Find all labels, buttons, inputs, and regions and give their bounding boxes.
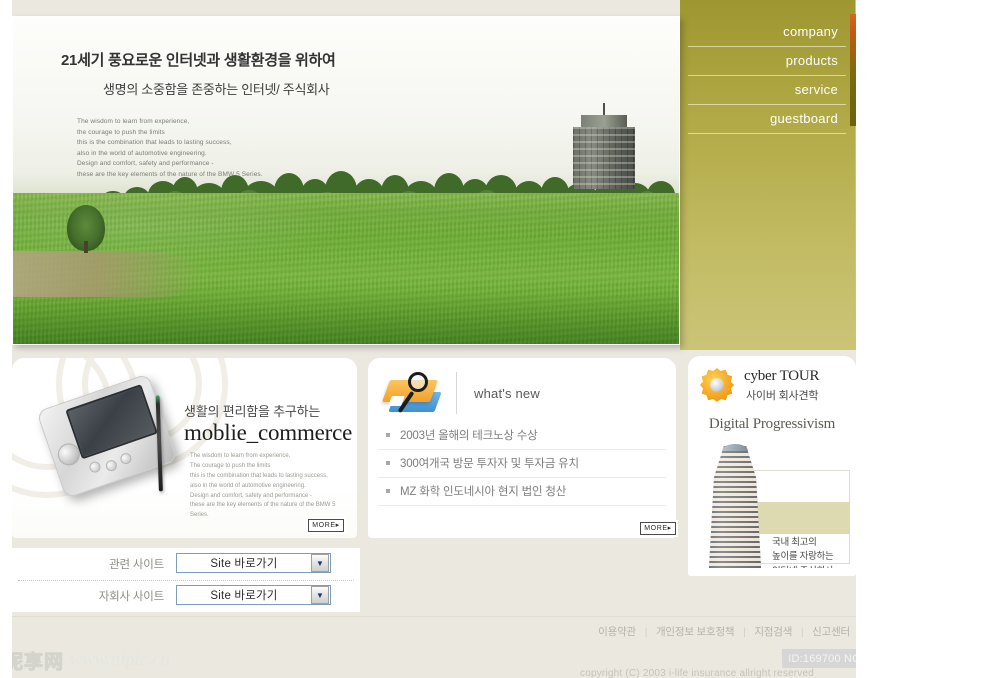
whats-new-header: what's new bbox=[378, 368, 668, 420]
whats-new-title: what's new bbox=[474, 386, 540, 401]
mc-body-line: Design and comfort, safety and performan… bbox=[190, 492, 313, 499]
nav-item-company[interactable]: company bbox=[688, 18, 846, 47]
page-left-margin bbox=[0, 0, 12, 678]
list-item-label: 300여개국 방문 투자자 및 투자금 유치 bbox=[400, 458, 579, 470]
cyber-tour-header: cyber TOUR 사이버 회사견학 bbox=[700, 366, 846, 406]
hero-banner[interactable]: 21세기 풍요로운 인터넷과 생활환경을 위하여 생명의 소중함을 존중하는 인… bbox=[12, 16, 680, 345]
bullet-icon bbox=[386, 432, 390, 437]
more-button-whats-new[interactable]: MORE▸ bbox=[640, 522, 676, 535]
cyber-tour-panel[interactable]: cyber TOUR 사이버 회사견학 Digital Progressivis… bbox=[688, 356, 856, 576]
subsidiary-site-value: Site 바로가기 bbox=[210, 590, 278, 602]
mobile-commerce-card: 생활의 편리함을 추구하는 moblie_commerce The wisdom… bbox=[12, 358, 357, 538]
book-magnifier-icon bbox=[381, 370, 444, 418]
list-item[interactable]: 2003년 올해의 테크노상 수상 bbox=[378, 422, 666, 450]
hero-subheadline: 생명의 소중함을 존중하는 인터넷/ 주식회사 bbox=[103, 82, 330, 97]
hero-body-line: this is the combination that leads to la… bbox=[77, 139, 232, 147]
tower-cap bbox=[722, 444, 748, 451]
mobile-commerce-en-title: moblie_commerce bbox=[184, 420, 353, 445]
nipic-url: www.nipic.cn bbox=[70, 649, 171, 670]
grass-path bbox=[13, 251, 203, 297]
subsidiary-site-row: 자회사 사이트 Site 바로가기 ▼ bbox=[12, 580, 360, 612]
hero-body-text: The wisdom to learn from experience, the… bbox=[77, 117, 327, 180]
nav-item-products[interactable]: products bbox=[688, 47, 846, 76]
footer-separator: | bbox=[800, 626, 804, 638]
hero-body-line: these are the key elements of the nature… bbox=[77, 170, 263, 178]
whats-new-card: what's new 2003년 올해의 테크노상 수상 300여개국 방문 투… bbox=[368, 358, 676, 538]
cyber-tour-title: cyber TOUR bbox=[744, 368, 820, 384]
copyright-text: copyright (C) 2003 i-life insurance allr… bbox=[580, 668, 815, 678]
nav-item-guestboard[interactable]: guestboard bbox=[688, 105, 846, 134]
hero-text-block: 21세기 풍요로운 인터넷과 생활환경을 위하여 생명의 소중함을 존중하는 인… bbox=[61, 49, 491, 98]
mobile-commerce-kr-title: 생활의 편리함을 추구하는 bbox=[184, 404, 321, 419]
nipic-logo-char: 网 bbox=[44, 650, 65, 673]
mobile-commerce-body: The wisdom to learn from experience, The… bbox=[190, 452, 345, 521]
photo-khaki-band bbox=[746, 502, 850, 534]
related-site-select[interactable]: Site 바로가기 ▼ bbox=[176, 553, 331, 573]
site-select-area: 관련 사이트 Site 바로가기 ▼ 자회사 사이트 Site 바로가기 ▼ bbox=[12, 548, 360, 612]
nipic-watermark: 昵享网 www.nipic.cn bbox=[3, 645, 204, 675]
subsidiary-site-label: 자회사 사이트 bbox=[98, 591, 164, 603]
more-button-mobile-commerce[interactable]: MORE▸ bbox=[308, 519, 344, 532]
bullet-icon bbox=[386, 460, 390, 465]
whats-new-list: 2003년 올해의 테크노상 수상 300여개국 방문 투자자 및 투자금 유치… bbox=[378, 422, 666, 506]
related-site-value: Site 바로가기 bbox=[210, 558, 278, 570]
nav-item-service[interactable]: service bbox=[688, 76, 846, 105]
list-item-label: 2003년 올해의 테크노상 수상 bbox=[400, 430, 538, 442]
building-windows bbox=[573, 127, 635, 189]
footer-link-report-center[interactable]: 신고센터 bbox=[812, 626, 850, 638]
grass-shadow bbox=[13, 293, 679, 344]
page-right-margin bbox=[856, 0, 1000, 678]
hero-body-line: Design and comfort, safety and performan… bbox=[77, 160, 214, 168]
cyber-tour-subtitle: 사이버 회사견학 bbox=[746, 390, 819, 402]
hero-body-line: also in the world of automotive engineer… bbox=[77, 149, 207, 157]
footer-separator: | bbox=[743, 626, 746, 638]
footer-link-branch-search[interactable]: 지점검색 bbox=[754, 626, 792, 638]
related-site-row: 관련 사이트 Site 바로가기 ▼ bbox=[12, 548, 360, 581]
chevron-down-icon[interactable]: ▼ bbox=[311, 554, 329, 572]
cyber-tour-slogan: Digital Progressivism bbox=[708, 416, 836, 432]
hero-building-photo bbox=[567, 103, 645, 195]
hero-grass-field bbox=[13, 193, 679, 344]
footer-link-privacy[interactable]: 개인정보 보호정책 bbox=[656, 626, 735, 638]
skyscraper-photo: 국내 최고의 높이를 자랑하는 인터넷 주식회사 bbox=[694, 444, 850, 568]
tower-body bbox=[708, 446, 762, 568]
more-label: MORE bbox=[644, 525, 668, 532]
caption-line: 높이를 자랑하는 bbox=[772, 551, 834, 563]
footer-divider bbox=[12, 616, 856, 617]
mc-body-line: this is the combination that leads to la… bbox=[190, 472, 328, 479]
page-root: company products service guestboard 21세기… bbox=[0, 0, 1000, 678]
footer-links: 이용약관 | 개인정보 보호정책 | 지점검색 | 신고센터 bbox=[560, 624, 850, 639]
subsidiary-site-select[interactable]: Site 바로가기 ▼ bbox=[176, 585, 331, 605]
footer-separator: | bbox=[644, 626, 648, 638]
mc-body-line: also in the world of automotive engineer… bbox=[190, 482, 306, 489]
nipic-logo-char: 享 bbox=[24, 650, 45, 673]
more-label: MORE bbox=[312, 522, 336, 529]
whats-new-divider bbox=[456, 372, 457, 414]
bullet-icon bbox=[386, 488, 390, 493]
cyber-tour-caption: 국내 최고의 높이를 자랑하는 인터넷 주식회사 bbox=[772, 536, 850, 568]
gear-icon bbox=[700, 368, 734, 402]
related-site-label: 관련 사이트 bbox=[109, 559, 164, 571]
magnifier-glass bbox=[408, 372, 428, 392]
list-item-label: MZ 화학 인도네시아 현지 법인 청산 bbox=[400, 486, 567, 498]
nipic-logo: 昵享网 bbox=[3, 647, 65, 674]
footer-link-terms[interactable]: 이용약관 bbox=[598, 626, 636, 638]
mc-body-line: The courage to push the limits bbox=[190, 462, 271, 469]
hero-headline: 21세기 풍요로운 인터넷과 생활환경을 위하여 bbox=[61, 52, 336, 69]
gear-hole bbox=[710, 378, 724, 392]
hero-body-line: The wisdom to learn from experience, bbox=[77, 118, 190, 125]
list-item[interactable]: MZ 화학 인도네시아 현지 법인 청산 bbox=[378, 478, 666, 506]
caption-line: 국내 최고의 bbox=[772, 537, 817, 548]
mc-body-line: The wisdom to learn from experience, bbox=[190, 453, 291, 459]
hero-body-line: the courage to push the limits bbox=[77, 128, 165, 136]
caption-line: 인터넷 주식회사 bbox=[772, 565, 850, 569]
list-item[interactable]: 300여개국 방문 투자자 및 투자금 유치 bbox=[378, 450, 666, 478]
chevron-down-icon[interactable]: ▼ bbox=[311, 586, 329, 604]
hero-foreground-tree bbox=[67, 205, 105, 253]
main-navigation: company products service guestboard bbox=[688, 18, 846, 134]
